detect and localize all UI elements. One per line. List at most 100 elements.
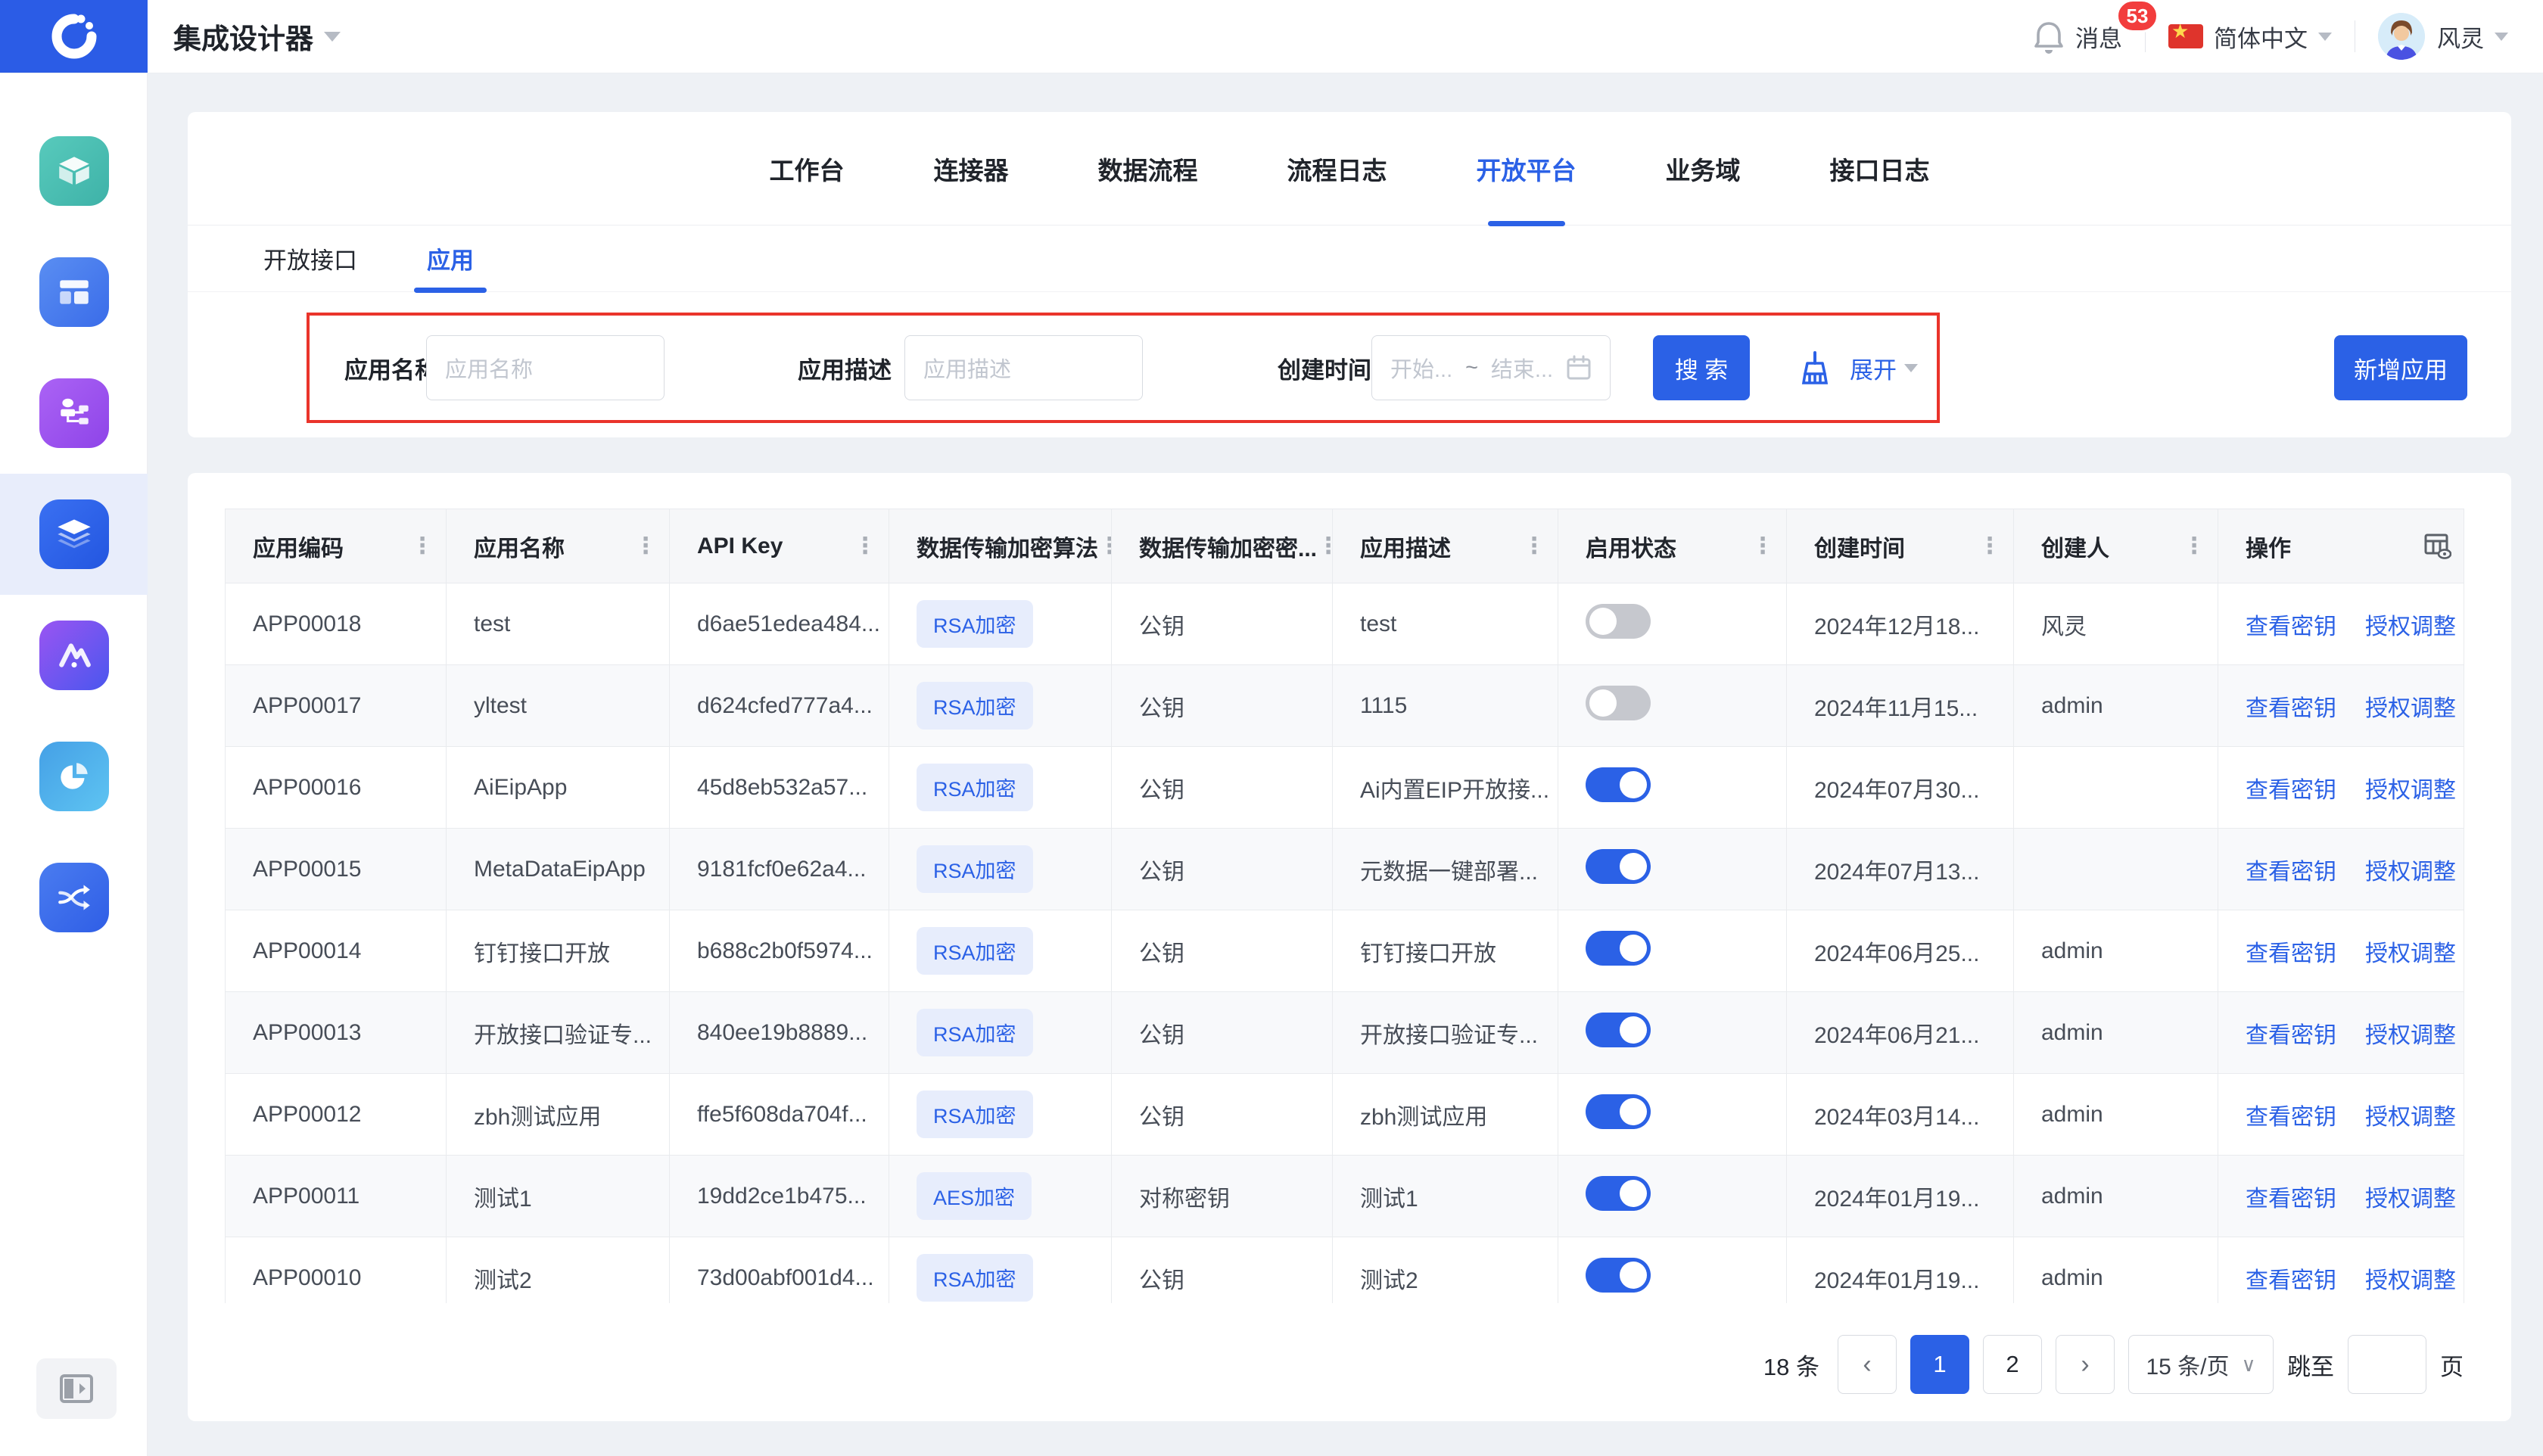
tab-flow-logs[interactable]: 流程日志 bbox=[1287, 112, 1387, 225]
algorithm-badge: AES加密 bbox=[917, 1172, 1032, 1220]
adjust-auth-link[interactable]: 授权调整 bbox=[2365, 614, 2456, 639]
sidebar-item-ai[interactable] bbox=[0, 595, 148, 716]
algorithm-badge: RSA加密 bbox=[917, 764, 1033, 811]
tab-open-platform[interactable]: 开放平台 bbox=[1477, 112, 1577, 225]
user-menu[interactable]: 风灵 bbox=[2378, 13, 2508, 60]
status-toggle[interactable] bbox=[1586, 604, 1651, 639]
status-toggle[interactable] bbox=[1586, 931, 1651, 966]
column-menu-icon[interactable]: ⋮ bbox=[854, 535, 876, 558]
sidebar-item-flow-design[interactable] bbox=[0, 353, 148, 474]
algorithm-badge: RSA加密 bbox=[917, 1009, 1033, 1056]
view-key-link[interactable]: 查看密钥 bbox=[2246, 1268, 2336, 1293]
adjust-auth-link[interactable]: 授权调整 bbox=[2365, 1268, 2456, 1293]
next-page-button[interactable]: › bbox=[2056, 1335, 2115, 1394]
column-menu-icon[interactable]: ⋮ bbox=[1751, 535, 1774, 558]
adjust-auth-link[interactable]: 授权调整 bbox=[2365, 941, 2456, 966]
column-menu-icon[interactable]: ⋮ bbox=[2183, 535, 2205, 558]
clear-filters-button[interactable] bbox=[1798, 335, 1835, 400]
messages-badge: 53 bbox=[2116, 0, 2159, 33]
app-desc-input[interactable]: 应用描述 bbox=[904, 335, 1143, 400]
view-key-link[interactable]: 查看密钥 bbox=[2246, 696, 2336, 721]
search-button-label: 搜 索 bbox=[1675, 351, 1729, 385]
cell-creator: admin bbox=[2014, 1156, 2218, 1237]
cell-description: Ai内置EIP开放接... bbox=[1333, 747, 1558, 829]
cell-app-code: APP00011 bbox=[226, 1156, 447, 1237]
status-toggle[interactable] bbox=[1586, 686, 1651, 720]
view-key-link[interactable]: 查看密钥 bbox=[2246, 1187, 2336, 1212]
column-settings-icon[interactable] bbox=[2424, 534, 2451, 559]
cell-app-name: 开放接口验证专... bbox=[447, 992, 670, 1074]
cell-description: 元数据一键部署... bbox=[1333, 829, 1558, 910]
status-toggle[interactable] bbox=[1586, 1013, 1651, 1047]
cell-app-name: 测试2 bbox=[447, 1237, 670, 1304]
language-switcher[interactable]: ★ 简体中文 bbox=[2168, 20, 2332, 54]
search-button[interactable]: 搜 索 bbox=[1653, 335, 1750, 400]
cell-created-at: 2024年12月18... bbox=[1787, 583, 2014, 665]
app-logo[interactable] bbox=[0, 0, 148, 73]
app-name-input[interactable]: 应用名称 bbox=[426, 335, 665, 400]
sidebar-item-analytics[interactable] bbox=[0, 716, 148, 837]
status-toggle[interactable] bbox=[1586, 849, 1651, 884]
cell-key-type: 公钥 bbox=[1112, 910, 1333, 992]
cell-actions: 查看密钥 授权调整 bbox=[2218, 829, 2464, 910]
sidebar-item-assets[interactable] bbox=[0, 110, 148, 232]
column-menu-icon[interactable]: ⋮ bbox=[1523, 535, 1545, 558]
sidebar-item-open-platform[interactable] bbox=[0, 474, 148, 595]
column-menu-icon[interactable]: ⋮ bbox=[1978, 535, 2001, 558]
add-app-button[interactable]: 新增应用 bbox=[2334, 335, 2467, 400]
tab-api-logs[interactable]: 接口日志 bbox=[1830, 112, 1930, 225]
date-separator: ~ bbox=[1465, 356, 1478, 381]
tab-workbench[interactable]: 工作台 bbox=[770, 112, 845, 225]
expand-toggle[interactable]: 展开 bbox=[1850, 335, 1918, 400]
tab-data-flow[interactable]: 数据流程 bbox=[1098, 112, 1198, 225]
username: 风灵 bbox=[2437, 20, 2484, 54]
table-row: APP00015 MetaDataEipApp 9181fcf0e62a4...… bbox=[226, 829, 2464, 910]
tab-business-domain[interactable]: 业务域 bbox=[1666, 112, 1741, 225]
jump-page-input[interactable] bbox=[2348, 1335, 2426, 1394]
column-menu-icon[interactable]: ⋮ bbox=[1317, 535, 1332, 558]
adjust-auth-link[interactable]: 授权调整 bbox=[2365, 1105, 2456, 1130]
cell-actions: 查看密钥 授权调整 bbox=[2218, 992, 2464, 1074]
app-name-placeholder: 应用名称 bbox=[445, 352, 533, 384]
table-row: APP00011 测试1 19dd2ce1b475... AES加密 对称密钥 … bbox=[226, 1156, 2464, 1237]
cell-api-key: ffe5f608da704f... bbox=[670, 1074, 889, 1156]
page-button-2[interactable]: 2 bbox=[1983, 1335, 2042, 1394]
view-key-link[interactable]: 查看密钥 bbox=[2246, 778, 2336, 803]
view-key-link[interactable]: 查看密钥 bbox=[2246, 1023, 2336, 1048]
page-size-select[interactable]: 15 条/页 ∨ bbox=[2128, 1335, 2274, 1394]
tab-connectors[interactable]: 连接器 bbox=[934, 112, 1009, 225]
adjust-auth-link[interactable]: 授权调整 bbox=[2365, 1187, 2456, 1212]
orgchart-icon bbox=[39, 378, 109, 448]
column-menu-icon[interactable]: ⋮ bbox=[634, 535, 657, 558]
page-button-1[interactable]: 1 bbox=[1910, 1335, 1969, 1394]
view-key-link[interactable]: 查看密钥 bbox=[2246, 941, 2336, 966]
subtab-open-api[interactable]: 开放接口 bbox=[263, 226, 357, 291]
column-menu-icon[interactable]: ⋮ bbox=[1098, 535, 1112, 558]
status-toggle[interactable] bbox=[1586, 1176, 1651, 1211]
app-desc-placeholder: 应用描述 bbox=[923, 352, 1011, 384]
adjust-auth-link[interactable]: 授权调整 bbox=[2365, 860, 2456, 885]
view-key-link[interactable]: 查看密钥 bbox=[2246, 614, 2336, 639]
adjust-auth-link[interactable]: 授权调整 bbox=[2365, 778, 2456, 803]
cell-key-type: 公钥 bbox=[1112, 1237, 1333, 1304]
view-key-link[interactable]: 查看密钥 bbox=[2246, 860, 2336, 885]
column-menu-icon[interactable]: ⋮ bbox=[411, 535, 434, 558]
adjust-auth-link[interactable]: 授权调整 bbox=[2365, 696, 2456, 721]
sidebar-item-integration[interactable] bbox=[0, 837, 148, 958]
messages-item[interactable]: 消息 53 bbox=[2033, 19, 2122, 54]
sidebar-item-workbench[interactable] bbox=[0, 232, 148, 353]
sidebar-collapse-button[interactable] bbox=[36, 1358, 117, 1419]
prev-page-button[interactable]: ‹ bbox=[1838, 1335, 1897, 1394]
status-toggle[interactable] bbox=[1586, 1094, 1651, 1129]
date-range-input[interactable]: 开始... ~ 结束... bbox=[1371, 335, 1611, 400]
status-toggle[interactable] bbox=[1586, 767, 1651, 802]
table-card: 应用编码⋮ 应用名称⋮ API Key⋮ 数据传输加密算法⋮ 数据传输加密密..… bbox=[188, 473, 2511, 1421]
adjust-auth-link[interactable]: 授权调整 bbox=[2365, 1023, 2456, 1048]
view-key-link[interactable]: 查看密钥 bbox=[2246, 1105, 2336, 1130]
status-toggle[interactable] bbox=[1586, 1258, 1651, 1293]
cell-status bbox=[1558, 1156, 1787, 1237]
cell-app-name: zbh测试应用 bbox=[447, 1074, 670, 1156]
subtab-application[interactable]: 应用 bbox=[427, 226, 474, 291]
title-chevron-down-icon[interactable] bbox=[324, 32, 341, 42]
algorithm-badge: RSA加密 bbox=[917, 845, 1033, 893]
